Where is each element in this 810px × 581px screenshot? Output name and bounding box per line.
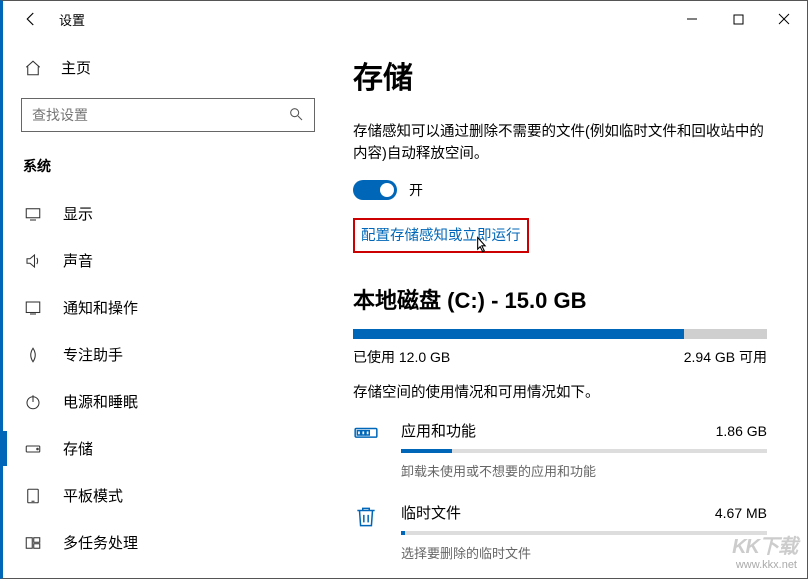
sidebar-item-label: 电源和睡眠 — [63, 391, 138, 412]
sidebar-item-label: 显示 — [63, 203, 93, 224]
category-bar — [401, 531, 767, 535]
storage-sense-toggle[interactable] — [353, 180, 397, 200]
sidebar: 主页 系统 显示 声音 通知和操作 — [3, 37, 333, 578]
maximize-button[interactable] — [715, 3, 761, 35]
search-icon — [288, 106, 304, 125]
sidebar-item-power[interactable]: 电源和睡眠 — [3, 378, 333, 425]
configure-storage-sense-link[interactable]: 配置存储感知或立即运行 — [361, 228, 521, 244]
storage-icon — [23, 439, 43, 459]
display-icon — [23, 204, 43, 224]
toggle-label: 开 — [409, 180, 423, 200]
drive-usage-bar — [353, 329, 767, 339]
drive-free-label: 2.94 GB 可用 — [684, 347, 767, 367]
search-box[interactable] — [21, 98, 315, 132]
usage-desc: 存储空间的使用情况和可用情况如下。 — [353, 381, 767, 402]
category-sub: 选择要删除的临时文件 — [401, 543, 767, 562]
multitask-icon — [23, 533, 43, 553]
sidebar-item-label: 平板模式 — [63, 485, 123, 506]
annotation-highlight: 配置存储感知或立即运行 — [353, 218, 529, 253]
category-size: 1.86 GB — [716, 423, 767, 439]
sidebar-section-title: 系统 — [3, 150, 333, 190]
category-size: 4.67 MB — [715, 505, 767, 521]
app-title: 设置 — [59, 10, 85, 29]
sidebar-item-label: 专注助手 — [63, 344, 123, 365]
watermark: KK下载 www.kkx.net — [732, 535, 797, 572]
category-name: 临时文件 — [401, 502, 461, 523]
apps-icon — [353, 422, 379, 448]
sidebar-home-label: 主页 — [61, 57, 91, 78]
category-name: 应用和功能 — [401, 420, 476, 441]
minimize-button[interactable] — [669, 3, 715, 35]
drive-title: 本地磁盘 (C:) - 15.0 GB — [353, 283, 767, 315]
sidebar-item-storage[interactable]: 存储 — [3, 425, 333, 472]
cursor-icon — [471, 234, 489, 256]
sound-icon — [23, 251, 43, 271]
sidebar-item-sound[interactable]: 声音 — [3, 237, 333, 284]
window-controls — [669, 3, 807, 35]
titlebar: 设置 — [3, 1, 807, 37]
notifications-icon — [23, 298, 43, 318]
sidebar-item-label: 通知和操作 — [63, 297, 138, 318]
storage-sense-desc: 存储感知可以通过删除不需要的文件(例如临时文件和回收站中的内容)自动释放空间。 — [353, 121, 767, 166]
sidebar-item-label: 声音 — [63, 250, 93, 271]
sidebar-item-focus[interactable]: 专注助手 — [3, 331, 333, 378]
page-title: 存储 — [353, 53, 767, 97]
back-button[interactable] — [11, 1, 51, 37]
home-icon — [23, 58, 43, 78]
close-button[interactable] — [761, 3, 807, 35]
trash-icon — [353, 504, 379, 530]
power-icon — [23, 392, 43, 412]
content-pane: 存储 存储感知可以通过删除不需要的文件(例如临时文件和回收站中的内容)自动释放空… — [333, 37, 807, 578]
search-input[interactable] — [32, 107, 288, 123]
sidebar-item-display[interactable]: 显示 — [3, 190, 333, 237]
category-temp[interactable]: 临时文件 4.67 MB 选择要删除的临时文件 — [353, 502, 767, 562]
sidebar-item-notifications[interactable]: 通知和操作 — [3, 284, 333, 331]
tablet-icon — [23, 486, 43, 506]
drive-used-label: 已使用 12.0 GB — [353, 347, 450, 367]
category-bar — [401, 449, 767, 453]
sidebar-home[interactable]: 主页 — [3, 47, 333, 88]
category-apps[interactable]: 应用和功能 1.86 GB 卸载未使用或不想要的应用和功能 — [353, 420, 767, 480]
sidebar-item-multitask[interactable]: 多任务处理 — [3, 519, 333, 566]
sidebar-item-label: 多任务处理 — [63, 532, 138, 553]
category-sub: 卸载未使用或不想要的应用和功能 — [401, 461, 767, 480]
sidebar-item-label: 存储 — [63, 438, 93, 459]
focus-icon — [23, 345, 43, 365]
sidebar-item-tablet[interactable]: 平板模式 — [3, 472, 333, 519]
